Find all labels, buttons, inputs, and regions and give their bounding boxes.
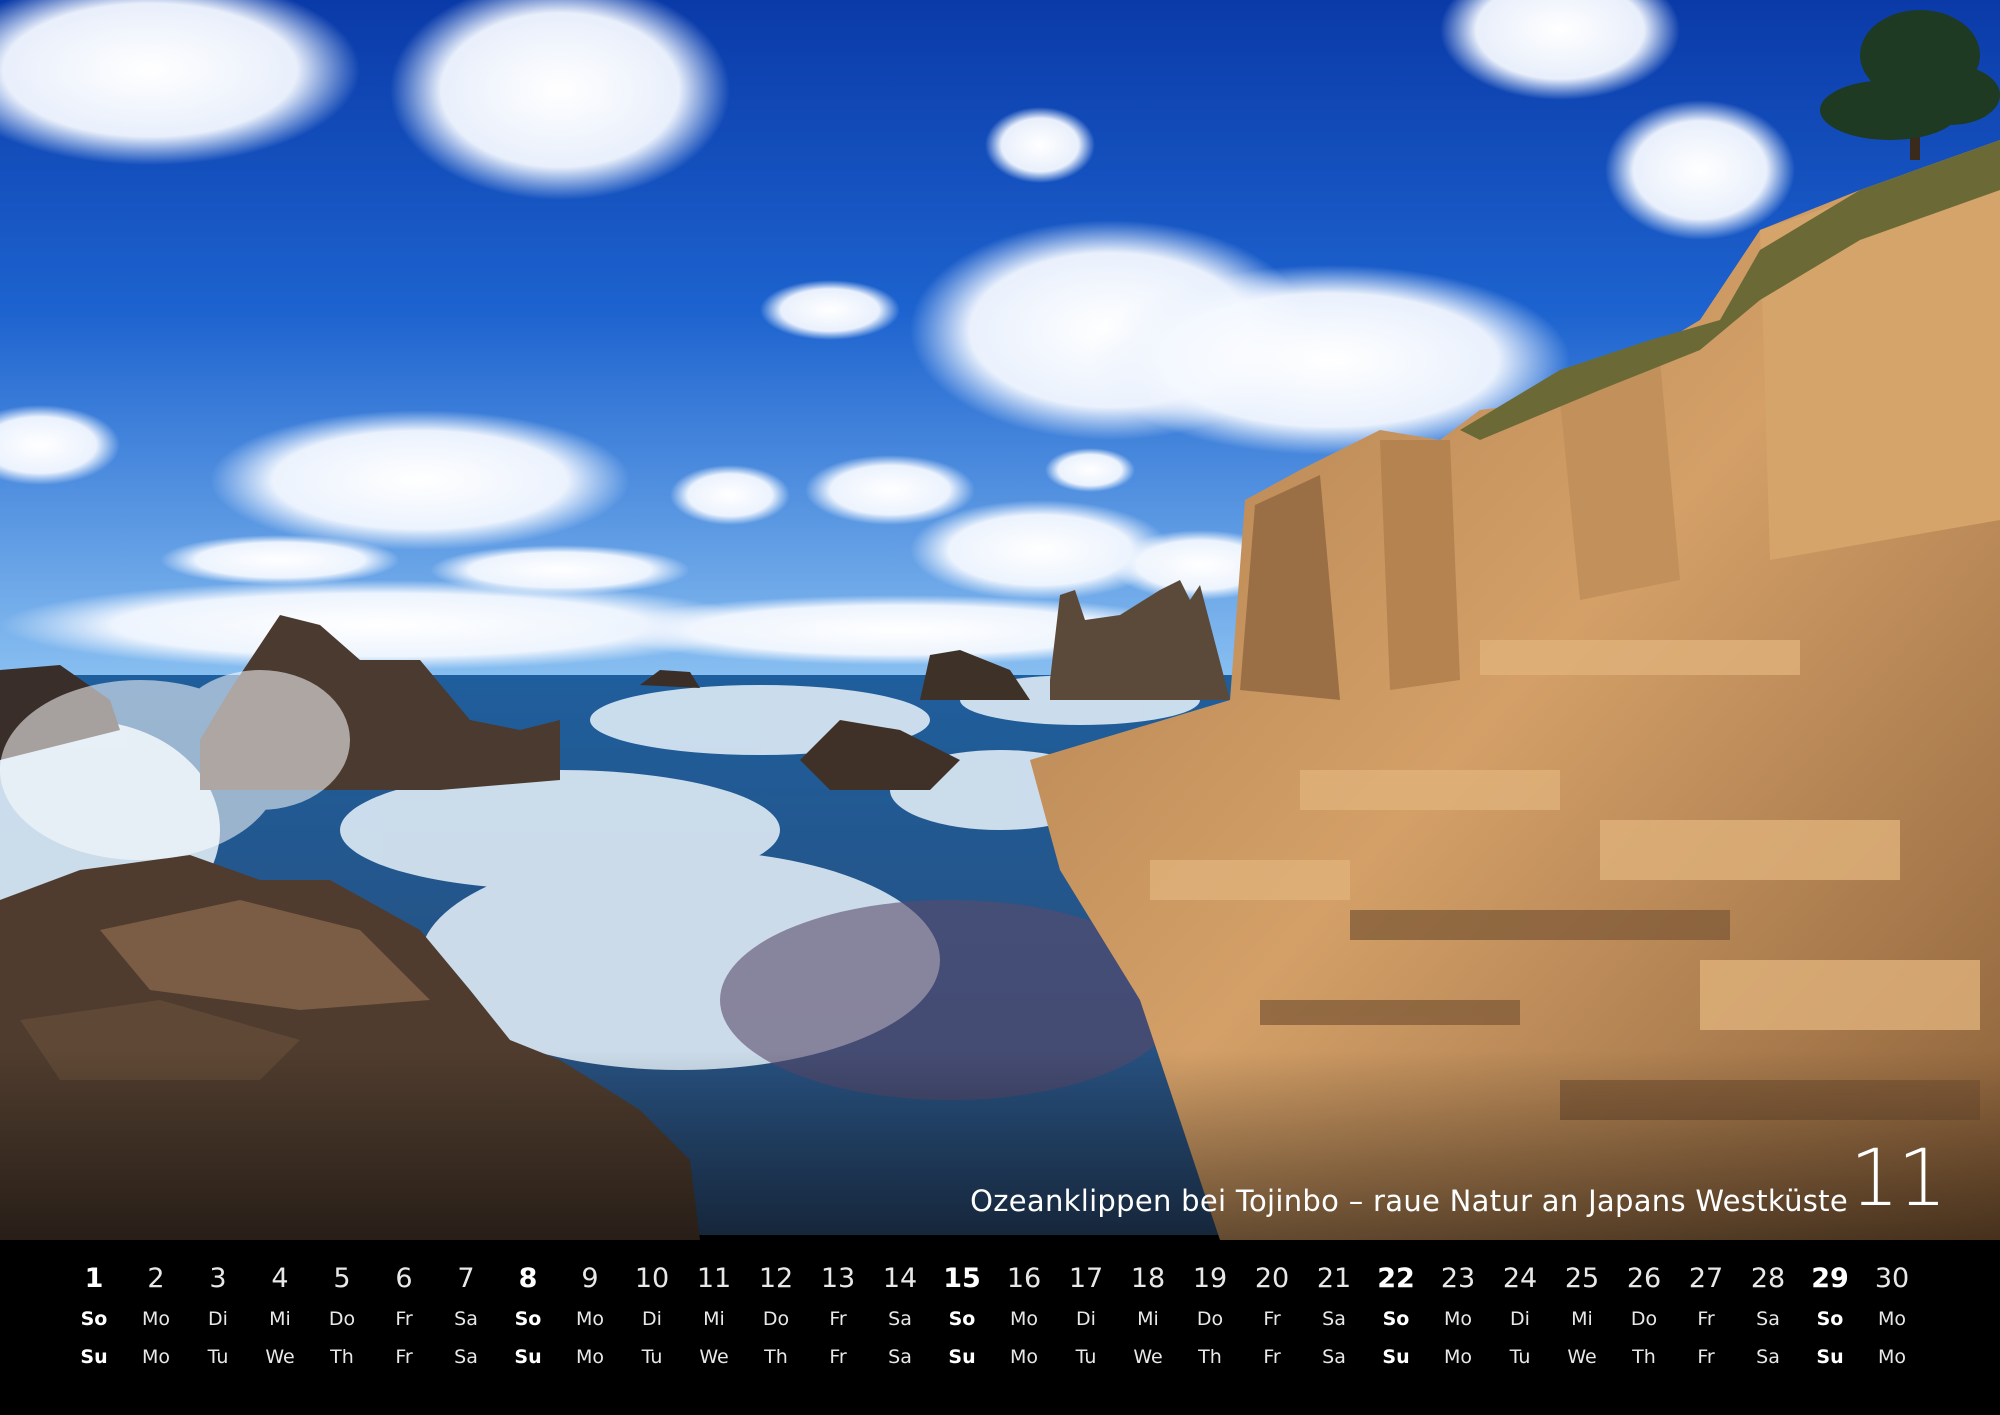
weekday-de: So [948, 1308, 976, 1330]
weekday-de: Mi [703, 1308, 725, 1330]
weekday-en: Fr [829, 1346, 847, 1368]
weekday-de: Di [1510, 1308, 1530, 1330]
weekday-en: Th [1632, 1346, 1656, 1368]
weekday-de: Do [1630, 1308, 1658, 1330]
calendar-grid: 1 2 3 4 5 6 7 8 9 10 11 12 13 14 15 16 17 18 19 20 21 22 23 24 2… [63, 1258, 1943, 1376]
weekday-en: Su [514, 1346, 542, 1368]
day-number: 11 [696, 1263, 732, 1294]
day-number: 8 [518, 1263, 538, 1294]
day-number: 4 [271, 1263, 289, 1294]
weekday-de: Mo [575, 1308, 605, 1330]
weekday-en: Fr [395, 1346, 413, 1368]
day-number: 10 [634, 1263, 670, 1294]
day-number: 9 [581, 1263, 599, 1294]
day-number: 14 [882, 1263, 918, 1294]
weekday-en: Mo [1877, 1346, 1907, 1368]
weekday-en: Mo [575, 1346, 605, 1368]
weekdays-german-row: So Mo Di Mi Do Fr Sa So Mo Di Mi Do Fr Sa So Mo Di Mi Do Fr… [63, 1300, 1943, 1338]
weekday-en: Mo [1443, 1346, 1473, 1368]
weekday-de: Fr [1697, 1308, 1715, 1330]
weekday-en: Th [1198, 1346, 1222, 1368]
day-number: 30 [1874, 1263, 1910, 1294]
weekday-en: Tu [207, 1346, 229, 1368]
weekday-de: Mo [1009, 1308, 1039, 1330]
day-number: 18 [1130, 1263, 1166, 1294]
weekday-de: So [80, 1308, 108, 1330]
weekdays-english-row: Su Mo Tu We Th Fr Sa Su Mo Tu We Th Fr Sa Su Mo Tu We Th Fr… [63, 1338, 1943, 1376]
photo-caption: Ozeanklippen bei Tojinbo – raue Natur an… [970, 1184, 1848, 1218]
weekday-de: So [1382, 1308, 1410, 1330]
day-number: 6 [395, 1263, 413, 1294]
weekday-de: Mi [269, 1308, 291, 1330]
weekday-de: Do [1196, 1308, 1224, 1330]
weekday-de: Mo [141, 1308, 171, 1330]
weekday-de: Mi [1137, 1308, 1159, 1330]
weekday-en: We [265, 1346, 295, 1368]
day-number: 1 [84, 1263, 104, 1294]
day-number: 20 [1254, 1263, 1290, 1294]
weekday-en: We [699, 1346, 729, 1368]
weekday-de: Fr [829, 1308, 847, 1330]
day-number: 15 [943, 1263, 981, 1294]
day-number: 2 [147, 1263, 165, 1294]
weekday-de: Mo [1877, 1308, 1907, 1330]
weekday-en: Sa [1756, 1346, 1780, 1368]
day-number: 19 [1192, 1263, 1228, 1294]
day-number: 26 [1626, 1263, 1662, 1294]
weekday-en: Tu [1075, 1346, 1097, 1368]
weekday-de: Sa [454, 1308, 478, 1330]
day-number: 12 [758, 1263, 794, 1294]
weekday-de: Fr [1263, 1308, 1281, 1330]
weekday-en: Fr [1697, 1346, 1715, 1368]
weekday-en: Su [1382, 1346, 1410, 1368]
day-numbers-row: 1 2 3 4 5 6 7 8 9 10 11 12 13 14 15 16 17 18 19 20 21 22 23 24 2… [63, 1258, 1943, 1300]
weekday-de: Mi [1571, 1308, 1593, 1330]
day-number: 28 [1750, 1263, 1786, 1294]
weekday-en: Su [80, 1346, 108, 1368]
weekday-de: Di [1076, 1308, 1096, 1330]
day-number: 16 [1006, 1263, 1042, 1294]
weekday-en: Su [1816, 1346, 1844, 1368]
weekday-de: Sa [888, 1308, 912, 1330]
weekday-en: We [1567, 1346, 1597, 1368]
weekday-en: We [1133, 1346, 1163, 1368]
day-number: 21 [1316, 1263, 1352, 1294]
weekday-en: Mo [1009, 1346, 1039, 1368]
weekday-de: Di [642, 1308, 662, 1330]
day-number: 24 [1502, 1263, 1538, 1294]
weekday-en: Sa [1322, 1346, 1346, 1368]
weekday-en: Th [330, 1346, 354, 1368]
weekday-en: Sa [888, 1346, 912, 1368]
day-number: 7 [457, 1263, 475, 1294]
weekday-en: Tu [641, 1346, 663, 1368]
day-number: 27 [1688, 1263, 1724, 1294]
day-number: 29 [1811, 1263, 1849, 1294]
weekday-de: So [1816, 1308, 1844, 1330]
day-number: 5 [333, 1263, 351, 1294]
weekday-de: Mo [1443, 1308, 1473, 1330]
weekday-en: Th [764, 1346, 788, 1368]
day-number: 23 [1440, 1263, 1476, 1294]
weekday-de: Sa [1322, 1308, 1346, 1330]
day-number: 17 [1068, 1263, 1104, 1294]
weekday-de: So [514, 1308, 542, 1330]
weekday-de: Do [762, 1308, 790, 1330]
day-number: 22 [1377, 1263, 1415, 1294]
weekday-en: Su [948, 1346, 976, 1368]
weekday-en: Fr [1263, 1346, 1281, 1368]
day-number: 3 [209, 1263, 227, 1294]
weekday-de: Di [208, 1308, 228, 1330]
day-number: 13 [820, 1263, 856, 1294]
month-number: 11 [1849, 1134, 1947, 1224]
day-number: 25 [1564, 1263, 1600, 1294]
weekday-de: Fr [395, 1308, 413, 1330]
weekday-en: Sa [454, 1346, 478, 1368]
weekday-en: Mo [141, 1346, 171, 1368]
weekday-de: Do [328, 1308, 356, 1330]
weekday-de: Sa [1756, 1308, 1780, 1330]
weekday-en: Tu [1509, 1346, 1531, 1368]
